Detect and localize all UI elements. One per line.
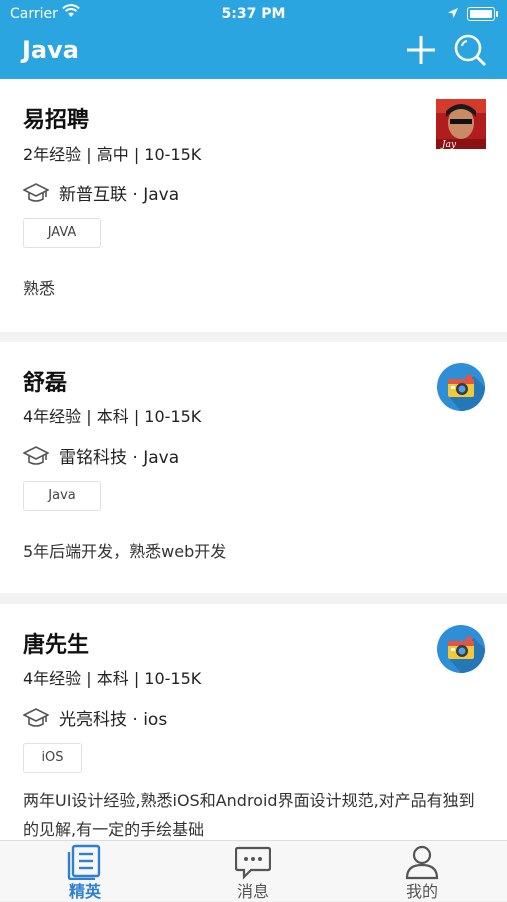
person-icon <box>405 845 439 880</box>
location-arrow-icon <box>448 8 458 18</box>
tab-elite[interactable]: 精英 <box>25 841 145 901</box>
status-time: 5:37 PM <box>221 6 286 22</box>
candidate-card[interactable]: 易招聘 2年经验 | 高中 | 10-15K 新普互联 · Java JAVA … <box>0 79 507 332</box>
tab-profile-label: 我的 <box>405 882 438 901</box>
graduation-cap-icon <box>23 445 49 465</box>
photo-avatar-icon: Jay <box>436 99 486 149</box>
candidate-company-row: 雷铭科技 · Java <box>23 443 179 468</box>
candidate-meta: 2年经验 | 高中 | 10-15K <box>23 145 202 164</box>
page-title: Java <box>22 36 79 64</box>
navigation-bar: Carrier 5:37 PM Java <box>0 0 507 79</box>
tab-elite-label: 精英 <box>68 882 101 901</box>
tab-messages-label: 消息 <box>236 882 269 901</box>
tab-profile[interactable]: 我的 <box>362 841 482 901</box>
list-icon <box>67 844 101 880</box>
message-icon <box>235 846 271 880</box>
candidate-name: 舒磊 <box>23 371 68 396</box>
candidate-card[interactable]: 舒磊 4年经验 | 本科 | 10-15K 雷铭科技 · Java Java 5… <box>0 342 507 593</box>
camera-avatar-icon <box>437 625 485 673</box>
candidate-name: 唐先生 <box>23 633 90 658</box>
skill-tag: JAVA <box>23 218 101 248</box>
candidate-description: 熟悉 <box>23 279 56 298</box>
search-icon[interactable] <box>453 33 487 67</box>
tab-messages[interactable]: 消息 <box>193 841 313 901</box>
candidate-meta: 4年经验 | 本科 | 10-15K <box>23 669 202 688</box>
svg-text:Jay: Jay <box>440 140 457 149</box>
candidate-meta: 4年经验 | 本科 | 10-15K <box>23 407 202 426</box>
candidate-company: 光亮科技 · ios <box>59 710 168 730</box>
candidate-name: 易招聘 <box>23 108 90 133</box>
status-bar: Carrier 5:37 PM <box>0 0 507 28</box>
candidate-description: 5年后端开发，熟悉web开发 <box>23 542 227 561</box>
skill-tag: iOS <box>23 743 82 773</box>
graduation-cap-icon <box>23 182 49 202</box>
battery-icon <box>467 7 498 21</box>
graduation-cap-icon <box>23 707 49 727</box>
candidate-card[interactable]: 唐先生 4年经验 | 本科 | 10-15K 光亮科技 · ios iOS 两年… <box>0 604 507 840</box>
skill-tag: Java <box>23 481 101 511</box>
candidate-company: 新普互联 · Java <box>59 185 180 205</box>
candidate-company-row: 新普互联 · Java <box>23 180 179 205</box>
candidate-description: 两年UI设计经验,熟悉iOS和Android界面设计规范,对产品有独到的见解,有… <box>23 791 475 839</box>
camera-avatar-icon <box>437 363 485 411</box>
candidate-company: 雷铭科技 · Java <box>59 448 180 468</box>
tab-bar: 精英 消息 我的 <box>0 840 507 901</box>
candidate-company-row: 光亮科技 · ios <box>23 705 167 730</box>
add-icon[interactable] <box>405 34 437 66</box>
